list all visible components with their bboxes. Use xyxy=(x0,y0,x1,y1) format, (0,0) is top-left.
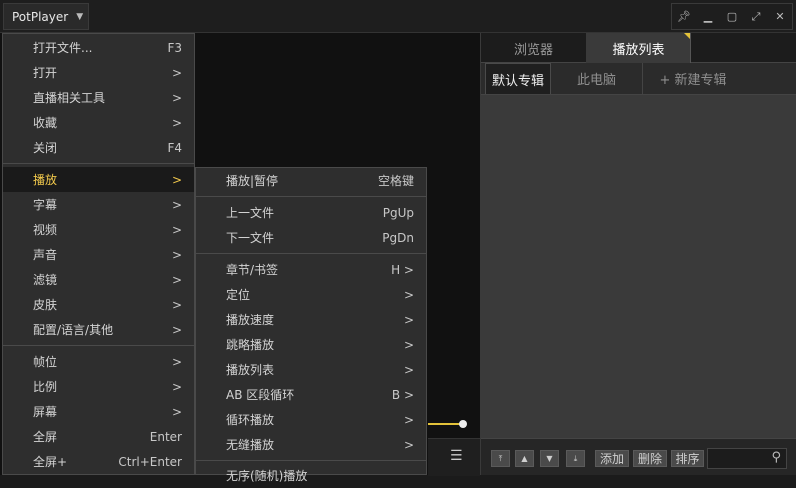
menu-item-open[interactable]: 打开 > xyxy=(3,60,194,85)
menu-item-filters[interactable]: 滤镜 > xyxy=(3,267,194,292)
app-title: PotPlayer xyxy=(12,9,69,24)
subtab-new-album[interactable]: + 新建专辑 xyxy=(643,63,743,94)
move-bottom-icon: ⤓ xyxy=(573,453,578,463)
fullscreen-icon[interactable]: ⤢ xyxy=(744,4,768,29)
move-top-button[interactable]: ⤒ xyxy=(491,450,510,467)
close-icon[interactable]: ✕ xyxy=(768,4,792,29)
sort-button[interactable]: 排序 xyxy=(671,450,704,467)
menu-item-play[interactable]: 播放 > xyxy=(3,167,194,192)
move-bottom-button[interactable]: ⤓ xyxy=(566,450,585,467)
submenu-item-play-pause[interactable]: 播放|暂停 空格键 xyxy=(196,168,426,193)
volume-knob[interactable] xyxy=(459,420,467,428)
submenu-item-speed[interactable]: 播放速度 > xyxy=(196,307,426,332)
menu-icon[interactable]: ☰ xyxy=(450,448,463,464)
move-down-icon: ▼ xyxy=(546,454,553,463)
menu-item-settings[interactable]: 配置/语言/其他 > xyxy=(3,317,194,342)
delete-button[interactable]: 删除 xyxy=(633,450,667,467)
menu-item-video[interactable]: 视频 > xyxy=(3,217,194,242)
panel-tabs: 浏览器 播放列表 xyxy=(481,33,796,63)
album-tabs: 默认专辑 此电脑 + 新建专辑 xyxy=(481,63,796,95)
submenu-item-gapless[interactable]: 无缝播放 > xyxy=(196,432,426,457)
submenu-item-loop[interactable]: 循环播放 > xyxy=(196,407,426,432)
playlist-panel: 浏览器 播放列表 默认专辑 此电脑 + 新建专辑 ⤒ ▲ ▼ ⤓ 添加 删除 排… xyxy=(480,33,796,475)
move-top-icon: ⤒ xyxy=(498,453,503,463)
move-up-icon: ▲ xyxy=(521,454,528,463)
menu-item-live-tools[interactable]: 直播相关工具 > xyxy=(3,85,194,110)
move-up-button[interactable]: ▲ xyxy=(515,450,534,467)
menu-separator xyxy=(3,163,194,164)
tab-browser[interactable]: 浏览器 xyxy=(481,33,587,63)
menu-separator xyxy=(3,345,194,346)
menu-item-fullscreen[interactable]: 全屏 Enter xyxy=(3,424,194,449)
search-icon[interactable]: ⚲ xyxy=(771,450,781,465)
submenu-item-seek[interactable]: 定位 > xyxy=(196,282,426,307)
minimize-icon[interactable]: ▁ xyxy=(696,4,720,29)
submenu-item-ab-loop[interactable]: AB 区段循环 B > xyxy=(196,382,426,407)
submenu-item-next-file[interactable]: 下一文件 PgDn xyxy=(196,225,426,250)
menu-item-subtitles[interactable]: 字幕 > xyxy=(3,192,194,217)
app-menu-button[interactable]: PotPlayer ▼ xyxy=(3,3,89,30)
pin-icon[interactable]: 📌︎ xyxy=(672,4,696,29)
add-button[interactable]: 添加 xyxy=(595,450,629,467)
window-controls: 📌︎ ▁ ▢ ⤢ ✕ xyxy=(671,3,793,30)
menu-item-favorites[interactable]: 收藏 > xyxy=(3,110,194,135)
move-down-button[interactable]: ▼ xyxy=(540,450,559,467)
menu-item-aspect[interactable]: 比例 > xyxy=(3,374,194,399)
playlist-area[interactable] xyxy=(481,95,796,438)
play-submenu: 播放|暂停 空格键 上一文件 PgUp 下一文件 PgDn 章节/书签 H > 定位 > … xyxy=(195,167,427,483)
title-bar: PotPlayer ▼ 📌︎ ▁ ▢ ⤢ ✕ xyxy=(0,0,796,33)
menu-separator xyxy=(196,196,426,197)
main-context-menu: 打开文件... F3 打开 > 直播相关工具 > 收藏 > 关闭 F4 播放 > 字幕 > 视… xyxy=(2,33,195,475)
tab-playlist[interactable]: 播放列表 xyxy=(587,33,691,63)
playlist-search-input[interactable]: ⚲ xyxy=(707,448,787,469)
chevron-down-icon: ▼ xyxy=(76,11,84,22)
subtab-this-pc[interactable]: 此电脑 xyxy=(551,63,643,94)
menu-item-skins[interactable]: 皮肤 > xyxy=(3,292,194,317)
menu-item-audio[interactable]: 声音 > xyxy=(3,242,194,267)
subtab-default-album[interactable]: 默认专辑 xyxy=(485,63,551,94)
menu-item-frame[interactable]: 帧位 > xyxy=(3,349,194,374)
maximize-icon[interactable]: ▢ xyxy=(720,4,744,29)
submenu-item-skip[interactable]: 跳略播放 > xyxy=(196,332,426,357)
submenu-item-prev-file[interactable]: 上一文件 PgUp xyxy=(196,200,426,225)
menu-item-screen[interactable]: 屏幕 > xyxy=(3,399,194,424)
menu-item-open-file[interactable]: 打开文件... F3 xyxy=(3,35,194,60)
menu-separator xyxy=(196,460,426,461)
submenu-item-playlist[interactable]: 播放列表 > xyxy=(196,357,426,382)
submenu-item-chapters[interactable]: 章节/书签 H > xyxy=(196,257,426,282)
submenu-item-shuffle[interactable]: 无序(随机)播放 xyxy=(196,463,426,488)
playlist-toolbar: ⤒ ▲ ▼ ⤓ 添加 删除 排序 ⚲ xyxy=(481,438,796,475)
menu-separator xyxy=(196,253,426,254)
menu-item-close[interactable]: 关闭 F4 xyxy=(3,135,194,160)
menu-item-fullscreen-plus[interactable]: 全屏+ Ctrl+Enter xyxy=(3,449,194,474)
